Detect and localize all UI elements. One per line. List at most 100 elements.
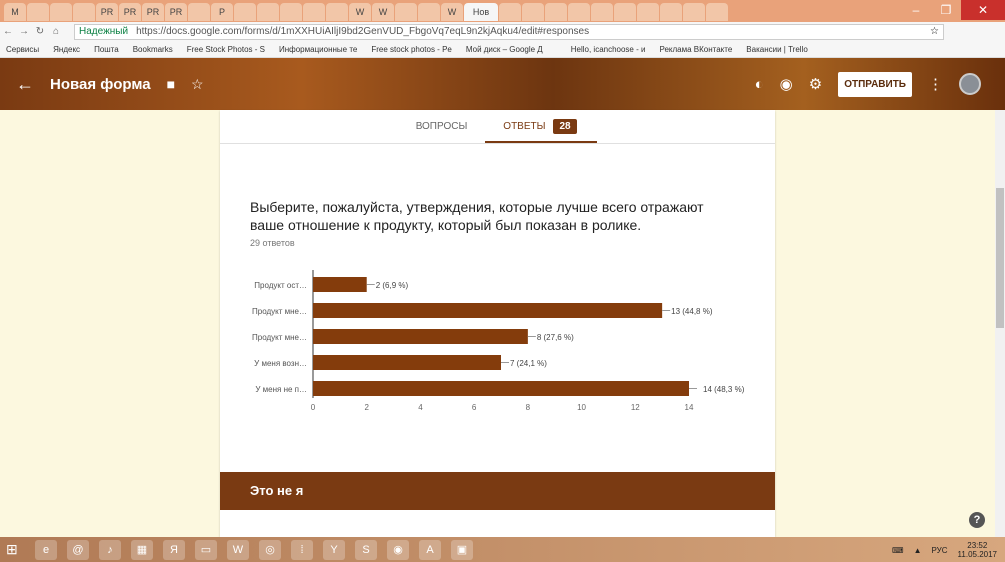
maximize-button[interactable]: ❐ (931, 0, 961, 20)
browser-tab[interactable] (418, 3, 440, 21)
bookmark-item[interactable]: Free stock photos - Pe (371, 45, 451, 54)
word-icon[interactable]: W (227, 539, 249, 560)
bar[interactable] (313, 277, 367, 292)
browser-tab[interactable]: W (349, 3, 371, 21)
home-icon[interactable]: ⌂ (48, 26, 64, 37)
bar-chart: Продукт ост… 2 (6,9 %) Продукт мне… 13 (44,… (252, 270, 745, 412)
browser-tab[interactable]: M (4, 3, 26, 21)
browser-tab[interactable] (591, 3, 613, 21)
browser-tab[interactable]: W (441, 3, 463, 21)
close-button[interactable]: ✕ (961, 0, 1005, 20)
responses-card: ВОПРОСЫ ОТВЕТЫ 28 Выберите, пожалуйста, у… (220, 110, 775, 537)
apps-icon[interactable]: ⁞ (291, 539, 313, 560)
bookmark-item[interactable]: Сервисы (6, 45, 39, 54)
browser-tab[interactable]: PR (142, 3, 164, 21)
data-label: 13 (44,8 %) (671, 307, 713, 316)
browser-tab[interactable] (614, 3, 636, 21)
browser-tab[interactable]: W (372, 3, 394, 21)
bookmark-item[interactable]: Bookmarks (133, 45, 173, 54)
language-indicator[interactable]: РУС (932, 546, 948, 555)
bookmark-item[interactable]: Free Stock Photos - S (187, 45, 265, 54)
browser-tab[interactable]: PR (119, 3, 141, 21)
url-input[interactable]: Надежный https://docs.google.com/forms/d… (74, 23, 944, 40)
explorer-icon[interactable]: ▭ (195, 539, 217, 560)
back-arrow-icon[interactable]: ← (16, 74, 34, 95)
folder-icon[interactable]: ■ (167, 76, 175, 92)
minimize-button[interactable]: – (901, 0, 931, 20)
browser-tab[interactable] (50, 3, 72, 21)
category-label: У меня возн… (254, 359, 307, 368)
x-tick-label: 6 (472, 403, 477, 412)
avatar[interactable] (959, 73, 981, 95)
ie-icon[interactable]: e (35, 539, 57, 560)
speaker-icon[interactable]: ♪ (99, 539, 121, 560)
browser-tab[interactable]: PR (96, 3, 118, 21)
bar[interactable] (313, 329, 528, 344)
browser-tab[interactable] (568, 3, 590, 21)
pdf-icon[interactable]: A (419, 539, 441, 560)
browser-tab[interactable] (706, 3, 728, 21)
send-button[interactable]: ОТПРАВИТЬ (838, 71, 912, 97)
clock[interactable]: 23:52 11.05.2017 (958, 541, 997, 559)
palette-icon[interactable]: ◐ (755, 76, 764, 93)
scrollbar-thumb[interactable] (996, 188, 1004, 328)
bar[interactable] (313, 355, 501, 370)
more-vert-icon[interactable]: ⋮ (928, 75, 943, 93)
address-bar-row: ← → ↻ ⌂ Надежный https://docs.google.com… (0, 22, 1005, 41)
browser-tab[interactable] (522, 3, 544, 21)
windows-start-icon[interactable]: ⊞ (6, 541, 30, 558)
browser-tab[interactable] (73, 3, 95, 21)
bookmark-item[interactable]: Вакансии | Trello (746, 45, 808, 54)
url-text: https://docs.google.com/forms/d/1mXXHUiA… (136, 26, 590, 37)
bookmark-item[interactable]: Мой диск – Google Д (466, 45, 543, 54)
bookmark-item[interactable]: Hello, icanchoose - и (571, 45, 646, 54)
bookmark-item[interactable]: Яндекс (53, 45, 80, 54)
star-icon[interactable]: ☆ (191, 76, 204, 93)
browser-tab[interactable] (27, 3, 49, 21)
browser-tab[interactable]: PR (165, 3, 187, 21)
yandex-icon[interactable]: Я (163, 539, 185, 560)
browser-tab[interactable] (303, 3, 325, 21)
browser-tab[interactable] (499, 3, 521, 21)
bar[interactable] (313, 381, 689, 396)
secure-label: Надежный (79, 26, 129, 37)
clock-date: 11.05.2017 (957, 550, 997, 559)
browser-tab[interactable] (188, 3, 210, 21)
network-icon[interactable]: ▲ (914, 546, 922, 555)
x-tick-label: 10 (577, 403, 586, 412)
back-icon[interactable]: ← (0, 26, 16, 37)
media-icon[interactable]: ◉ (387, 539, 409, 560)
keyboard-icon[interactable]: ⌨ (892, 546, 904, 555)
skype-icon[interactable]: S (355, 539, 377, 560)
reload-icon[interactable]: ↻ (32, 26, 48, 37)
store-icon[interactable]: ▦ (131, 539, 153, 560)
browser-tab[interactable]: Нов (464, 3, 498, 21)
browser-tab[interactable] (683, 3, 705, 21)
bar[interactable] (313, 303, 663, 318)
bookmark-item[interactable]: Информационные те (279, 45, 357, 54)
browser-tab[interactable] (637, 3, 659, 21)
browser-tab[interactable] (326, 3, 348, 21)
browser-tab[interactable]: P (211, 3, 233, 21)
bookmark-item[interactable]: Реклама ВКонтакте (659, 45, 732, 54)
category-label: Продукт ост… (254, 281, 307, 290)
browser-tab[interactable] (234, 3, 256, 21)
star-icon[interactable]: ☆ (930, 26, 939, 37)
browser-tab[interactable] (257, 3, 279, 21)
data-label: 2 (6,9 %) (376, 281, 409, 290)
presentation-icon[interactable]: ▣ (451, 539, 473, 560)
x-tick-label: 8 (526, 403, 531, 412)
mail-icon[interactable]: @ (67, 539, 89, 560)
yandex-browser-icon[interactable]: Y (323, 539, 345, 560)
browser-tab[interactable] (545, 3, 567, 21)
settings-gear-icon[interactable]: ⚙ (809, 75, 822, 93)
browser-tab[interactable] (280, 3, 302, 21)
scrollbar[interactable] (995, 110, 1005, 537)
chrome-icon[interactable]: ◎ (259, 539, 281, 560)
forward-icon[interactable]: → (16, 26, 32, 37)
bookmark-item[interactable]: Пошта (94, 45, 119, 54)
browser-tab[interactable] (660, 3, 682, 21)
help-icon[interactable]: ? (969, 512, 985, 528)
preview-eye-icon[interactable]: ◉ (780, 75, 793, 93)
browser-tab[interactable] (395, 3, 417, 21)
